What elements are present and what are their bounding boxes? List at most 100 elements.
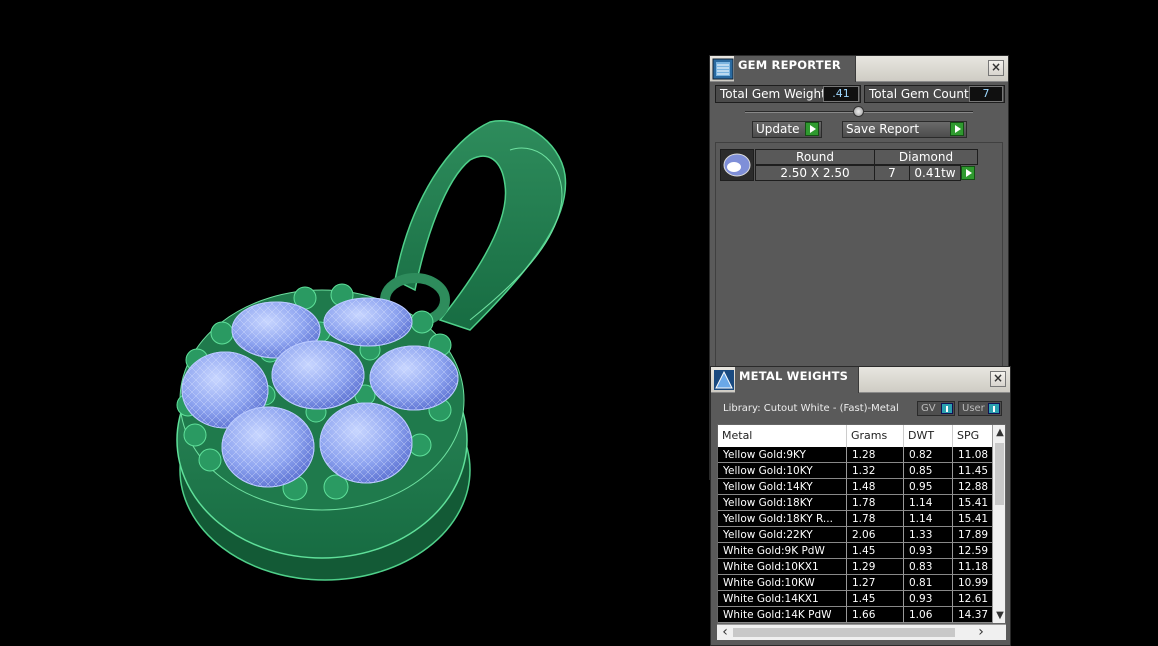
cell-dwt: 0.81: [904, 575, 953, 591]
col-spg[interactable]: SPG: [953, 425, 994, 447]
cell-metal: White Gold:9K PdW: [718, 543, 847, 559]
scroll-down-icon[interactable]: ▼: [994, 610, 1005, 622]
col-dwt[interactable]: DWT: [904, 425, 953, 447]
cell-grams: 1.32: [847, 463, 904, 479]
cell-metal: Yellow Gold:10KY: [718, 463, 847, 479]
cell-grams: 1.78: [847, 495, 904, 511]
cell-metal: Yellow Gold:9KY: [718, 447, 847, 463]
scroll-up-icon[interactable]: ▲: [994, 427, 1005, 439]
cell-dwt: 1.14: [904, 511, 953, 527]
cell-grams: 1.78: [847, 511, 904, 527]
total-gem-weight-value: .41: [823, 86, 859, 102]
cell-metal: White Gold:14KX1: [718, 591, 847, 607]
metal-icon: [714, 370, 734, 390]
gem-size: 2.50 X 2.50: [755, 165, 875, 181]
save-report-go-icon[interactable]: [950, 122, 964, 136]
cell-grams: 1.66: [847, 607, 904, 623]
cell-spg: 12.59: [953, 543, 994, 559]
slider-knob[interactable]: [853, 106, 864, 117]
cell-grams: 1.28: [847, 447, 904, 463]
cell-metal: White Gold:10KX1: [718, 559, 847, 575]
cell-spg: 10.99: [953, 575, 994, 591]
table-row[interactable]: Yellow Gold:10KY 1.32 0.85 11.45: [718, 463, 994, 479]
gem-reporter-close-button[interactable]: ×: [988, 60, 1004, 76]
table-row[interactable]: White Gold:10KW 1.27 0.81 10.99: [718, 575, 994, 591]
vertical-scrollbar[interactable]: ▲ ▼: [992, 425, 1005, 623]
metal-weights-title: METAL WEIGHTS: [739, 369, 849, 383]
metal-weights-close-button[interactable]: ×: [990, 371, 1006, 387]
cell-grams: 2.06: [847, 527, 904, 543]
scroll-thumb[interactable]: [995, 443, 1004, 505]
cell-dwt: 0.83: [904, 559, 953, 575]
cell-dwt: 1.06: [904, 607, 953, 623]
cell-dwt: 0.85: [904, 463, 953, 479]
col-metal[interactable]: Metal: [718, 425, 847, 447]
cell-spg: 14.37: [953, 607, 994, 623]
gem-thumbnail[interactable]: [720, 149, 754, 181]
scroll-right-icon[interactable]: ›: [975, 625, 987, 639]
table-row[interactable]: Yellow Gold:9KY 1.28 0.82 11.08: [718, 447, 994, 463]
cell-metal: White Gold:10KW: [718, 575, 847, 591]
gem-count: 7: [874, 165, 910, 181]
user-toggle[interactable]: User: [958, 401, 1002, 416]
cell-dwt: 0.93: [904, 543, 953, 559]
metal-weights-titlebar[interactable]: METAL WEIGHTS ×: [711, 367, 1010, 393]
update-label: Update: [756, 122, 800, 136]
hscroll-thumb[interactable]: [733, 628, 955, 637]
cell-dwt: 0.95: [904, 479, 953, 495]
metal-table: Metal Grams DWT SPG Yellow Gold:9KY 1.28 0…: [717, 424, 1006, 624]
table-row[interactable]: White Gold:14K PdW 1.66 1.06 14.37: [718, 607, 994, 623]
table-row[interactable]: White Gold:9K PdW 1.45 0.93 12.59: [718, 543, 994, 559]
table-row[interactable]: Yellow Gold:22KY 2.06 1.33 17.89: [718, 527, 994, 543]
pendant-model[interactable]: [0, 0, 700, 646]
cell-spg: 11.18: [953, 559, 994, 575]
gem-reporter-titlebar[interactable]: GEM REPORTER ×: [710, 56, 1008, 82]
save-report-label: Save Report: [846, 122, 920, 136]
gem-reporter-title: GEM REPORTER: [738, 58, 841, 72]
cell-metal: Yellow Gold:22KY: [718, 527, 847, 543]
round-diamond-icon: [723, 153, 751, 177]
table-row[interactable]: Yellow Gold:18KY R... 1.78 1.14 15.41: [718, 511, 994, 527]
table-row[interactable]: White Gold:14KX1 1.45 0.93 12.61: [718, 591, 994, 607]
cell-dwt: 0.93: [904, 591, 953, 607]
cell-grams: 1.27: [847, 575, 904, 591]
cell-dwt: 0.82: [904, 447, 953, 463]
metal-weights-panel: METAL WEIGHTS × Library: Cutout White - …: [710, 366, 1011, 646]
save-report-button[interactable]: Save Report: [842, 121, 967, 138]
cell-metal: White Gold:14K PdW: [718, 607, 847, 623]
table-row[interactable]: White Gold:10KX1 1.29 0.83 11.18: [718, 559, 994, 575]
table-row[interactable]: Yellow Gold:14KY 1.48 0.95 12.88: [718, 479, 994, 495]
cell-grams: 1.48: [847, 479, 904, 495]
user-toggle-label: User: [962, 403, 985, 414]
gem-shape: Round: [755, 149, 875, 165]
cell-dwt: 1.33: [904, 527, 953, 543]
total-gem-count-value: 7: [969, 86, 1003, 102]
col-grams[interactable]: Grams: [847, 425, 904, 447]
gv-toggle[interactable]: GV: [917, 401, 955, 416]
update-go-icon[interactable]: [805, 122, 819, 136]
cell-spg: 17.89: [953, 527, 994, 543]
cell-metal: Yellow Gold:14KY: [718, 479, 847, 495]
bail: [394, 120, 567, 331]
report-icon: [712, 58, 734, 80]
gem-row-go-icon[interactable]: [961, 166, 975, 180]
table-header: Metal Grams DWT SPG: [718, 425, 994, 447]
table-row[interactable]: Yellow Gold:18KY 1.78 1.14 15.41: [718, 495, 994, 511]
cell-spg: 12.61: [953, 591, 994, 607]
gem-material: Diamond: [874, 149, 978, 165]
cell-grams: 1.45: [847, 543, 904, 559]
library-text: Library: Cutout White - (Fast)-Metal: [723, 403, 899, 414]
gem-weight: 0.41tw: [909, 165, 961, 181]
horizontal-scrollbar[interactable]: ‹ ›: [717, 624, 1006, 640]
scroll-left-icon[interactable]: ‹: [719, 625, 731, 639]
gv-toggle-label: GV: [921, 403, 936, 414]
cell-metal: Yellow Gold:18KY R...: [718, 511, 847, 527]
cell-grams: 1.45: [847, 591, 904, 607]
cell-metal: Yellow Gold:18KY: [718, 495, 847, 511]
cell-dwt: 1.14: [904, 495, 953, 511]
cell-grams: 1.29: [847, 559, 904, 575]
cell-spg: 15.41: [953, 511, 994, 527]
cell-spg: 11.45: [953, 463, 994, 479]
cell-spg: 11.08: [953, 447, 994, 463]
cell-spg: 12.88: [953, 479, 994, 495]
